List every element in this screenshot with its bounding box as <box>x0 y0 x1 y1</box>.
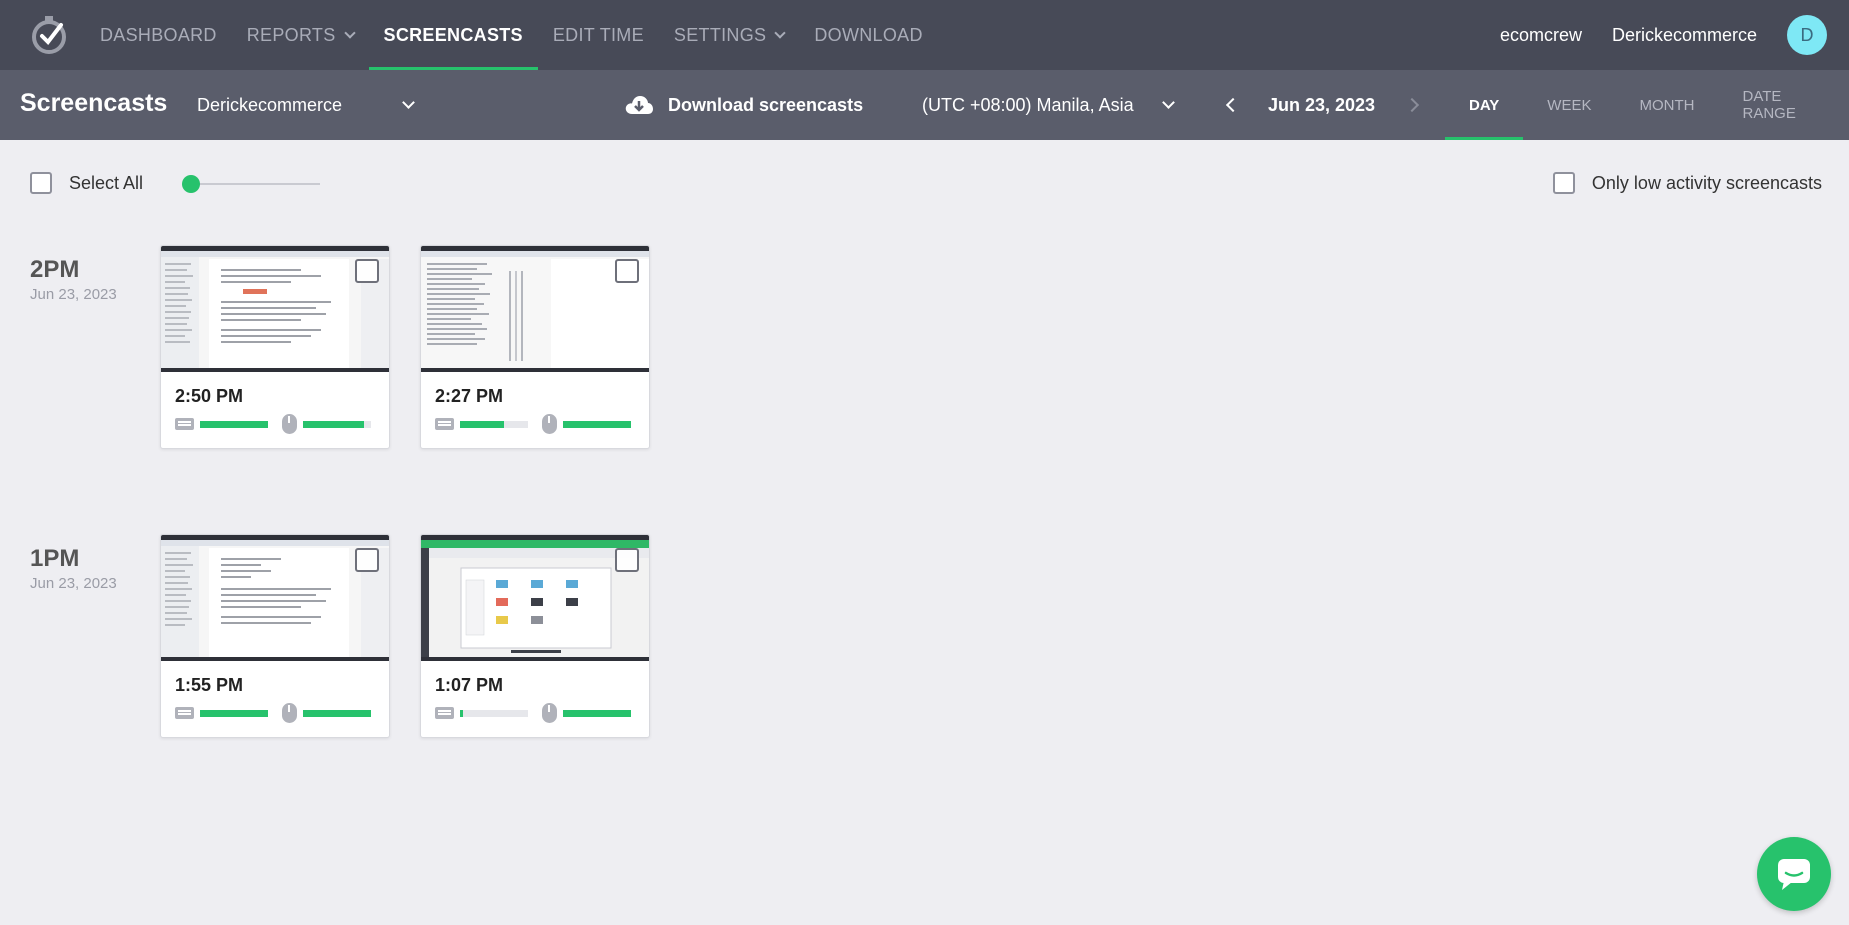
prev-date-icon[interactable] <box>1225 97 1241 113</box>
tab-month[interactable]: MONTH <box>1615 70 1718 140</box>
date-navigator: Jun 23, 2023 <box>1225 88 1420 122</box>
app-logo-icon[interactable] <box>28 14 70 56</box>
keyboard-activity-bar <box>460 709 528 717</box>
select-all-label: Select All <box>69 172 144 193</box>
card-checkbox[interactable] <box>615 548 639 572</box>
keyboard-activity-bar <box>460 420 528 428</box>
mouse-activity-bar <box>303 420 371 428</box>
activity-meters <box>175 703 371 723</box>
nav-screencasts-label: SCREENCASTS <box>383 24 523 45</box>
thumbnail-size-slider[interactable] <box>182 175 320 193</box>
hour-label: 1PM <box>30 545 80 572</box>
chevron-down-icon <box>774 27 787 39</box>
keyboard-icon <box>435 707 454 719</box>
nav-edit-time-label: EDIT TIME <box>552 24 644 45</box>
chevron-down-icon <box>1162 96 1175 109</box>
screencast-thumbnail[interactable] <box>161 246 389 372</box>
screencast-time: 1:07 PM <box>435 675 504 695</box>
nav-download[interactable]: DOWNLOAD <box>799 0 937 70</box>
nav-download-label: DOWNLOAD <box>814 24 923 45</box>
user-select-value: Derickecommerce <box>197 94 343 115</box>
tab-day[interactable]: DAY <box>1445 70 1524 140</box>
low-activity-label: Only low activity screencasts <box>1591 172 1822 193</box>
keyboard-activity-bar <box>200 420 268 428</box>
screencast-thumbnail[interactable] <box>421 535 649 661</box>
download-screencasts-label: Download screencasts <box>668 94 864 115</box>
nav-screencasts[interactable]: SCREENCASTS <box>368 0 539 70</box>
download-screencasts-button[interactable]: Download screencasts <box>624 88 863 122</box>
activity-meters <box>175 414 371 434</box>
next-date-icon[interactable] <box>1405 97 1420 113</box>
current-date[interactable]: Jun 23, 2023 <box>1268 95 1375 116</box>
keyboard-activity-bar <box>200 709 268 717</box>
timezone-value: (UTC +08:00) Manila, Asia <box>922 94 1134 115</box>
mouse-activity-bar <box>563 709 631 717</box>
card-checkbox[interactable] <box>355 548 379 572</box>
screencast-thumbnail[interactable] <box>161 535 389 661</box>
mouse-activity-bar <box>563 420 631 428</box>
keyboard-icon <box>435 418 454 430</box>
screencast-card[interactable]: 2:27 PM <box>420 245 650 449</box>
hour-label: 2PM <box>30 256 80 283</box>
nav-reports-label: REPORTS <box>246 24 336 45</box>
screencast-card[interactable]: 2:50 PM <box>160 245 390 449</box>
chat-support-button[interactable] <box>1757 837 1831 911</box>
select-all[interactable]: Select All <box>30 172 143 194</box>
page-title: Screencasts <box>20 89 168 117</box>
card-checkbox[interactable] <box>615 259 639 283</box>
timezone-select[interactable]: (UTC +08:00) Manila, Asia <box>922 88 1177 122</box>
tab-week[interactable]: WEEK <box>1523 70 1615 140</box>
low-activity-checkbox[interactable] <box>1552 172 1575 194</box>
low-activity-filter[interactable]: Only low activity screencasts <box>1552 172 1822 194</box>
avatar[interactable]: D <box>1787 15 1827 55</box>
nav-account: ecomcrew Derickecommerce D <box>1500 0 1827 70</box>
nav-edit-time[interactable]: EDIT TIME <box>538 0 659 70</box>
mouse-activity-bar <box>303 709 371 717</box>
tab-date-range[interactable]: DATE RANGE <box>1718 70 1849 140</box>
nav-settings-label: SETTINGS <box>673 24 767 45</box>
nav-settings[interactable]: SETTINGS <box>659 0 799 70</box>
chevron-down-icon <box>402 96 415 109</box>
user-name[interactable]: Derickecommerce <box>1612 25 1757 46</box>
screencast-card[interactable]: 1:55 PM <box>160 534 390 738</box>
nav-dashboard[interactable]: DASHBOARD <box>85 0 232 70</box>
select-all-checkbox[interactable] <box>30 172 52 194</box>
mouse-icon <box>282 703 297 723</box>
hour-date: Jun 23, 2023 <box>30 286 117 303</box>
keyboard-icon <box>175 707 194 719</box>
org-name[interactable]: ecomcrew <box>1500 25 1582 46</box>
activity-meters <box>435 703 631 723</box>
mouse-icon <box>542 703 557 723</box>
keyboard-icon <box>175 418 194 430</box>
screencast-time: 2:27 PM <box>435 386 504 406</box>
sub-header: Screencasts Derickecommerce Download scr… <box>0 70 1849 140</box>
card-checkbox[interactable] <box>355 259 379 283</box>
nav-reports[interactable]: REPORTS <box>232 0 369 70</box>
screencast-card[interactable]: 1:07 PM <box>420 534 650 738</box>
hour-date: Jun 23, 2023 <box>30 575 117 592</box>
mouse-icon <box>282 414 297 434</box>
chat-bubble-icon <box>1778 859 1810 890</box>
cloud-download-icon <box>625 96 653 114</box>
slider-handle[interactable] <box>182 175 200 193</box>
screencast-time: 2:50 PM <box>175 386 244 406</box>
screencast-time: 1:55 PM <box>175 675 244 695</box>
nav-menu: DASHBOARD REPORTS SCREENCASTS EDIT TIME … <box>85 0 938 70</box>
mouse-icon <box>542 414 557 434</box>
activity-meters <box>435 414 631 434</box>
user-select[interactable]: Derickecommerce <box>197 88 417 122</box>
chevron-down-icon <box>343 27 356 39</box>
screencast-thumbnail[interactable] <box>421 246 649 372</box>
top-nav: DASHBOARD REPORTS SCREENCASTS EDIT TIME … <box>0 0 1849 70</box>
range-tabs: DAY WEEK MONTH DATE RANGE <box>1445 70 1849 140</box>
nav-dashboard-label: DASHBOARD <box>100 24 217 45</box>
